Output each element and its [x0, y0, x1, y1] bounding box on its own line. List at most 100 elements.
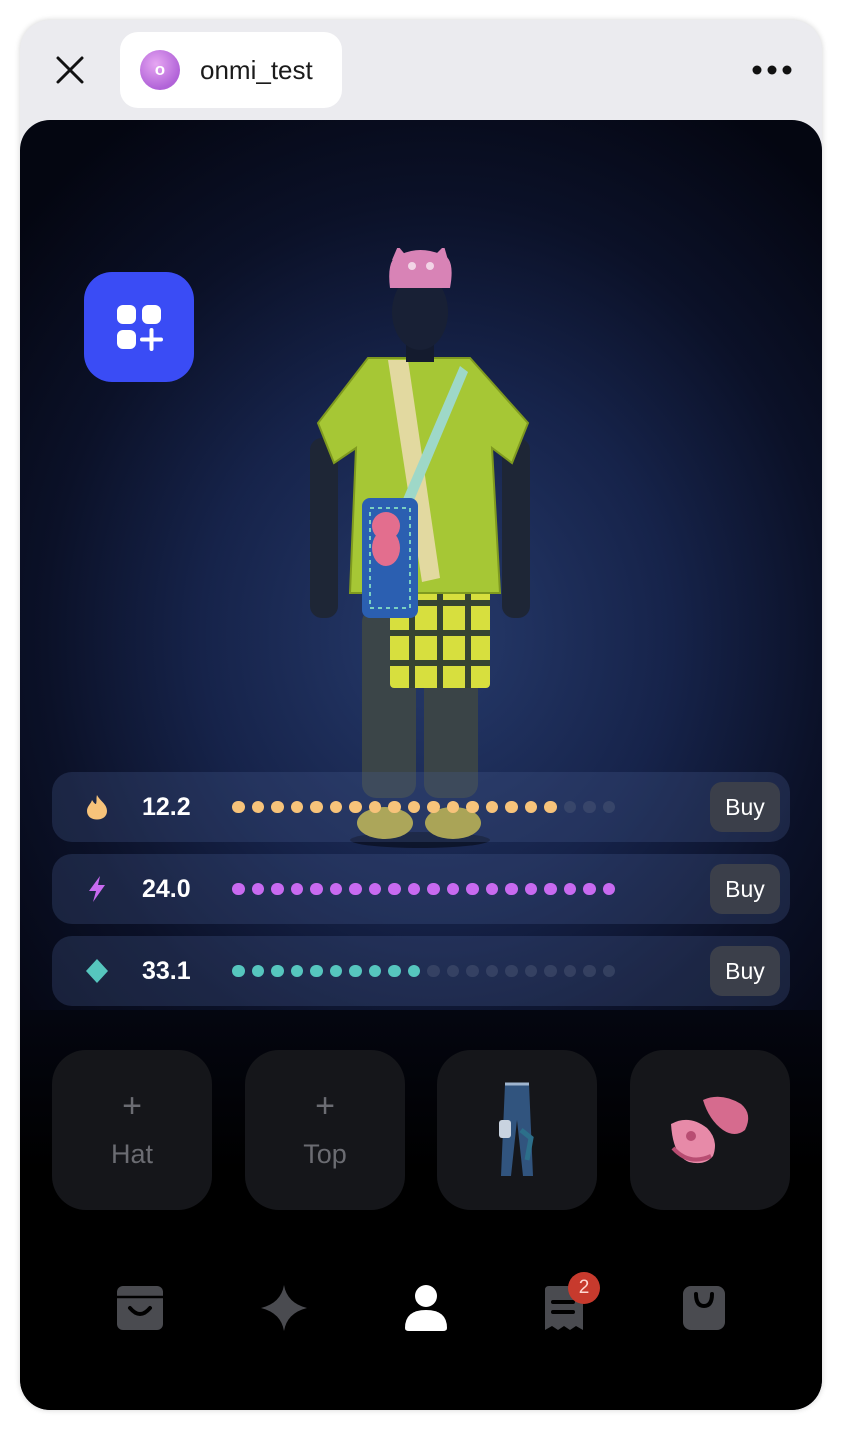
progress-dot-empty: [544, 964, 557, 978]
progress-dot-filled: [544, 882, 557, 896]
progress-dot-filled: [232, 964, 245, 978]
pants-icon: [499, 1082, 534, 1176]
nav-discover[interactable]: [252, 1276, 316, 1340]
progress-dot-filled: [251, 800, 264, 814]
progress-dot-filled: [329, 964, 342, 978]
progress-dot-filled: [271, 964, 284, 978]
progress-dot-filled: [349, 882, 362, 896]
nav-bag[interactable]: [672, 1276, 736, 1340]
more-button[interactable]: [748, 50, 796, 90]
progress-dot-filled: [310, 882, 323, 896]
profile-icon: [405, 1285, 447, 1331]
progress-dot-filled: [427, 882, 440, 896]
stat-value: 33.1: [142, 956, 191, 985]
nav-orders[interactable]: 2: [532, 1272, 600, 1340]
progress-dot-filled: [290, 882, 303, 896]
sparkle-icon: [261, 1285, 307, 1331]
progress-dot-filled: [329, 882, 342, 896]
progress-dot-filled: [505, 800, 518, 814]
progress-dot-filled: [602, 882, 615, 896]
progress-dot-filled: [368, 800, 381, 814]
progress-dot-filled: [349, 800, 362, 814]
close-icon: [56, 56, 84, 84]
avatar-screen: 12.2 Buy 24.0 Buy 33.1 Buy + Hat + Top 2: [20, 120, 822, 1410]
buy-button[interactable]: Buy: [710, 946, 780, 996]
username: onmi_test: [200, 54, 313, 85]
progress-dot-filled: [290, 964, 303, 978]
stat-row-gems: 33.1 Buy: [52, 936, 790, 1006]
progress-dot-filled: [407, 964, 420, 978]
progress-dot-empty: [583, 800, 596, 814]
slot-shoes[interactable]: [630, 1050, 790, 1210]
progress-dot-empty: [427, 964, 440, 978]
progress-dot-filled: [310, 964, 323, 978]
progress-dot-filled: [407, 800, 420, 814]
shoes-icon: [671, 1096, 749, 1164]
slot-label: Top: [303, 1138, 347, 1169]
account-chip[interactable]: o onmi_test: [120, 32, 342, 108]
progress-dot-empty: [466, 964, 479, 978]
progress-dot-filled: [446, 800, 459, 814]
bolt-icon: [84, 876, 110, 902]
stat-progress: [232, 882, 615, 896]
progress-dot-empty: [524, 964, 537, 978]
progress-dot-empty: [563, 964, 576, 978]
stat-row-energy: 12.2 Buy: [52, 772, 790, 842]
buy-button[interactable]: Buy: [710, 864, 780, 914]
avatar-figure: [310, 248, 530, 848]
stats-panel: 12.2 Buy 24.0 Buy 33.1 Buy: [52, 772, 790, 1018]
top-bar: o onmi_test: [20, 20, 822, 120]
bag-icon: [683, 1286, 725, 1330]
progress-dot-empty: [505, 964, 518, 978]
progress-dot-filled: [290, 800, 303, 814]
add-widget-button[interactable]: [84, 272, 194, 382]
avatar: o: [140, 50, 180, 90]
progress-dot-filled: [388, 964, 401, 978]
progress-dot-empty: [583, 964, 596, 978]
slot-top[interactable]: + Top: [245, 1050, 405, 1210]
grid-plus-icon: [117, 305, 163, 351]
stat-row-power: 24.0 Buy: [52, 854, 790, 924]
progress-dot-empty: [485, 964, 498, 978]
progress-dot-empty: [602, 964, 615, 978]
slot-hat[interactable]: + Hat: [52, 1050, 212, 1210]
progress-dot-empty: [446, 964, 459, 978]
progress-dot-filled: [466, 882, 479, 896]
progress-dot-filled: [232, 882, 245, 896]
progress-dot-filled: [524, 800, 537, 814]
progress-dot-filled: [368, 882, 381, 896]
slot-bottom[interactable]: [437, 1050, 597, 1210]
stat-value: 12.2: [142, 792, 191, 821]
shop-box-icon: [117, 1286, 163, 1330]
progress-dot-filled: [232, 800, 245, 814]
plus-icon: +: [122, 1086, 142, 1125]
progress-dot-filled: [349, 964, 362, 978]
progress-dot-filled: [251, 964, 264, 978]
progress-dot-filled: [563, 882, 576, 896]
progress-dot-filled: [485, 800, 498, 814]
progress-dot-filled: [271, 882, 284, 896]
stat-value: 24.0: [142, 874, 191, 903]
buy-button[interactable]: Buy: [710, 782, 780, 832]
progress-dot-filled: [505, 882, 518, 896]
progress-dot-filled: [466, 800, 479, 814]
app-window: o onmi_test 12.2 Buy 24.0 Buy 33.1 Buy +…: [20, 20, 822, 1410]
progress-dot-filled: [388, 882, 401, 896]
progress-dot-filled: [251, 882, 264, 896]
more-dots-icon: [752, 65, 792, 75]
outfit-slots: + Hat + Top: [52, 1050, 790, 1210]
stat-progress: [232, 964, 615, 978]
stat-progress: [232, 800, 615, 814]
progress-dot-filled: [544, 800, 557, 814]
close-button[interactable]: [46, 46, 94, 94]
progress-dot-filled: [485, 882, 498, 896]
progress-dot-filled: [388, 800, 401, 814]
orders-badge: 2: [568, 1272, 600, 1304]
progress-dot-empty: [563, 800, 576, 814]
nav-shop[interactable]: [108, 1276, 172, 1340]
progress-dot-filled: [446, 882, 459, 896]
nav-profile[interactable]: [394, 1276, 458, 1340]
diamond-icon: [84, 958, 110, 984]
progress-dot-filled: [271, 800, 284, 814]
progress-dot-filled: [368, 964, 381, 978]
